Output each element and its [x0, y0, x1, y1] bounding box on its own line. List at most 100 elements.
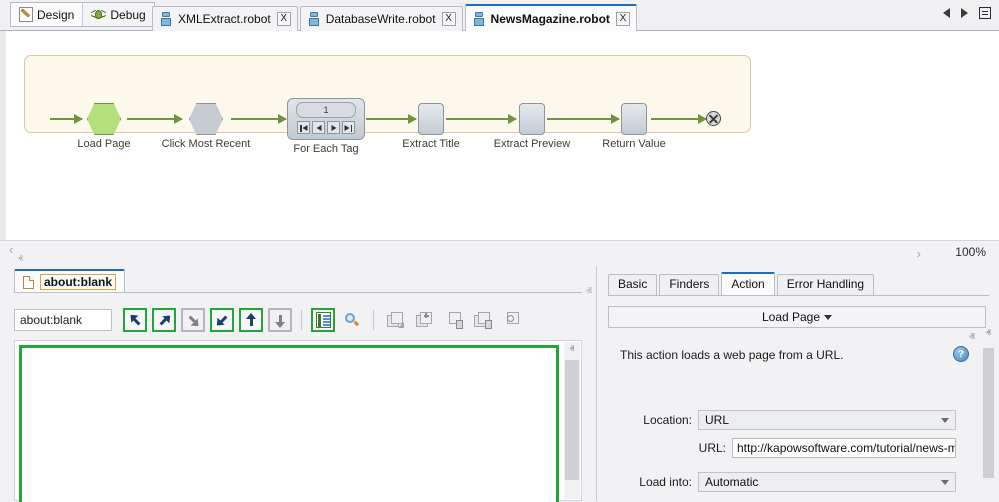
viewport-scrollbar[interactable]: ⱏ [564, 342, 580, 499]
next-tab-arrow-icon[interactable] [961, 8, 968, 18]
collapse-right-icon[interactable]: › [917, 246, 921, 261]
robot-canvas[interactable]: Load Page Click Most Recent 1 For Each T… [0, 31, 999, 240]
delete-all-pages-button [470, 308, 494, 332]
tab-nav-controls [943, 7, 991, 19]
location-label: Location: [598, 413, 692, 427]
robot-tab-label: NewsMagazine.robot [491, 12, 610, 26]
browser-toolbar-row: about:blank [0, 305, 597, 335]
close-icon[interactable]: X [277, 12, 291, 26]
action-name-label: Load Page [762, 310, 820, 324]
bug-icon [91, 7, 106, 22]
toolbar-separator [301, 310, 302, 330]
url-input[interactable]: http://kapowsoftware.com/tutorial/news-m… [732, 438, 956, 458]
step-extract-preview[interactable]: Extract Preview [488, 103, 576, 150]
page-icon [23, 276, 34, 289]
prev-tab-arrow-icon[interactable] [943, 8, 950, 18]
debug-mode-label: Debug [110, 8, 145, 22]
page-tab-label: about:blank [40, 274, 116, 290]
field-row-url: URL: http://kapowsoftware.com/tutorial/n… [598, 438, 989, 458]
move-down-button [268, 308, 292, 332]
mode-switcher: Design Debug [10, 2, 155, 27]
add-page-icon [416, 312, 433, 328]
add-page-button [412, 308, 436, 332]
chevron-up-icon[interactable]: ⱏ [18, 254, 23, 265]
field-row-location: Location: URL [598, 410, 989, 430]
arrow-down-icon [273, 313, 288, 328]
tab-finders[interactable]: Finders [659, 274, 719, 295]
arrow-up-left-icon [124, 309, 145, 330]
step-for-each-tag[interactable]: 1 For Each Tag [286, 98, 366, 155]
step-load-page[interactable]: Load Page [68, 103, 140, 150]
step-return-value[interactable]: Return Value [595, 103, 673, 150]
field-row-load-into: Load into: Automatic [598, 472, 989, 492]
tab-basic[interactable]: Basic [608, 274, 657, 295]
properties-tab-underline [608, 295, 989, 296]
scrollbar-thumb[interactable] [983, 348, 994, 478]
step-label: Extract Preview [488, 138, 576, 150]
action-selector[interactable]: Load Page [608, 306, 986, 328]
robot-tab-label: DatabaseWrite.robot [326, 12, 436, 26]
chevron-down-icon [941, 480, 949, 485]
top-bar: Design Debug XMLExtract.robot X [0, 0, 999, 31]
scroll-up-icon[interactable]: ⱏ [564, 344, 580, 355]
loop-prev-button[interactable] [312, 121, 325, 134]
scroll-up-icon[interactable]: ⱏ [982, 328, 995, 339]
robot-tab-xmlextract[interactable]: XMLExtract.robot X [152, 6, 298, 31]
delete-page-icon [445, 312, 462, 328]
select-next-sibling-button [181, 308, 205, 332]
loop-last-button[interactable] [342, 121, 355, 134]
panel-divider: ‹ ⱏ ⱟ › 100% ⱟ [0, 240, 999, 266]
properties-panel: Basic Finders Action Error Handling Load… [598, 266, 999, 501]
design-icon [19, 7, 33, 22]
close-icon[interactable]: X [616, 12, 630, 26]
step-label: Click Most Recent [154, 138, 258, 150]
step-click-most-recent[interactable]: Click Most Recent [154, 103, 258, 150]
robot-icon [160, 12, 172, 26]
step-extract-title[interactable]: Extract Title [393, 103, 469, 150]
collapse-section-icon[interactable]: ⱏ [969, 330, 975, 345]
move-up-button[interactable] [239, 308, 263, 332]
browser-viewport[interactable]: ⱏ [14, 340, 582, 501]
scrollbar-thumb[interactable] [565, 360, 579, 480]
loop-first-button[interactable] [297, 121, 310, 134]
location-value: URL [705, 413, 729, 427]
help-icon[interactable]: ? [953, 346, 969, 362]
load-into-select[interactable]: Automatic [698, 472, 956, 492]
loop-next-button[interactable] [327, 121, 340, 134]
address-input[interactable]: about:blank [14, 309, 112, 331]
properties-scrollbar[interactable]: ⱏ [982, 338, 995, 496]
step-label: For Each Tag [286, 143, 366, 155]
select-parent-button[interactable] [123, 308, 147, 332]
inspect-page-icon [503, 312, 520, 328]
close-icon[interactable]: X [442, 12, 456, 26]
robot-tab-databasewrite[interactable]: DatabaseWrite.robot X [300, 6, 463, 31]
location-select[interactable]: URL [698, 410, 956, 430]
arrow-down-left-icon [211, 309, 232, 330]
design-mode-label: Design [37, 8, 74, 22]
design-mode-button[interactable]: Design [11, 3, 82, 26]
url-label: URL: [598, 441, 726, 455]
page-content-area[interactable] [19, 345, 559, 502]
loop-counter: 1 [296, 102, 356, 118]
copy-page-icon [387, 312, 404, 328]
find-button [340, 308, 364, 332]
select-child-button[interactable] [210, 308, 234, 332]
browser-toolbar [123, 308, 523, 332]
tab-error-handling[interactable]: Error Handling [777, 274, 874, 295]
zoom-control[interactable]: 100% ⱟ [955, 245, 991, 259]
select-previous-button[interactable] [152, 308, 176, 332]
robot-tab-newsmagazine[interactable]: NewsMagazine.robot X [465, 4, 637, 31]
step-shape-hex [87, 103, 121, 135]
step-label: Load Page [68, 138, 140, 150]
tab-list-icon[interactable] [979, 7, 991, 19]
step-shape-box [418, 103, 444, 135]
chevron-up-icon[interactable]: ⱏ [586, 284, 592, 299]
step-shape-hex [189, 103, 223, 135]
delete-page-button [441, 308, 465, 332]
load-into-value: Automatic [705, 475, 758, 489]
collapse-left-icon[interactable]: ‹ [9, 242, 13, 257]
tab-action[interactable]: Action [721, 272, 774, 295]
debug-mode-button[interactable]: Debug [82, 3, 153, 26]
view-source-button[interactable] [311, 308, 335, 332]
page-tab-about-blank[interactable]: about:blank [14, 269, 125, 293]
